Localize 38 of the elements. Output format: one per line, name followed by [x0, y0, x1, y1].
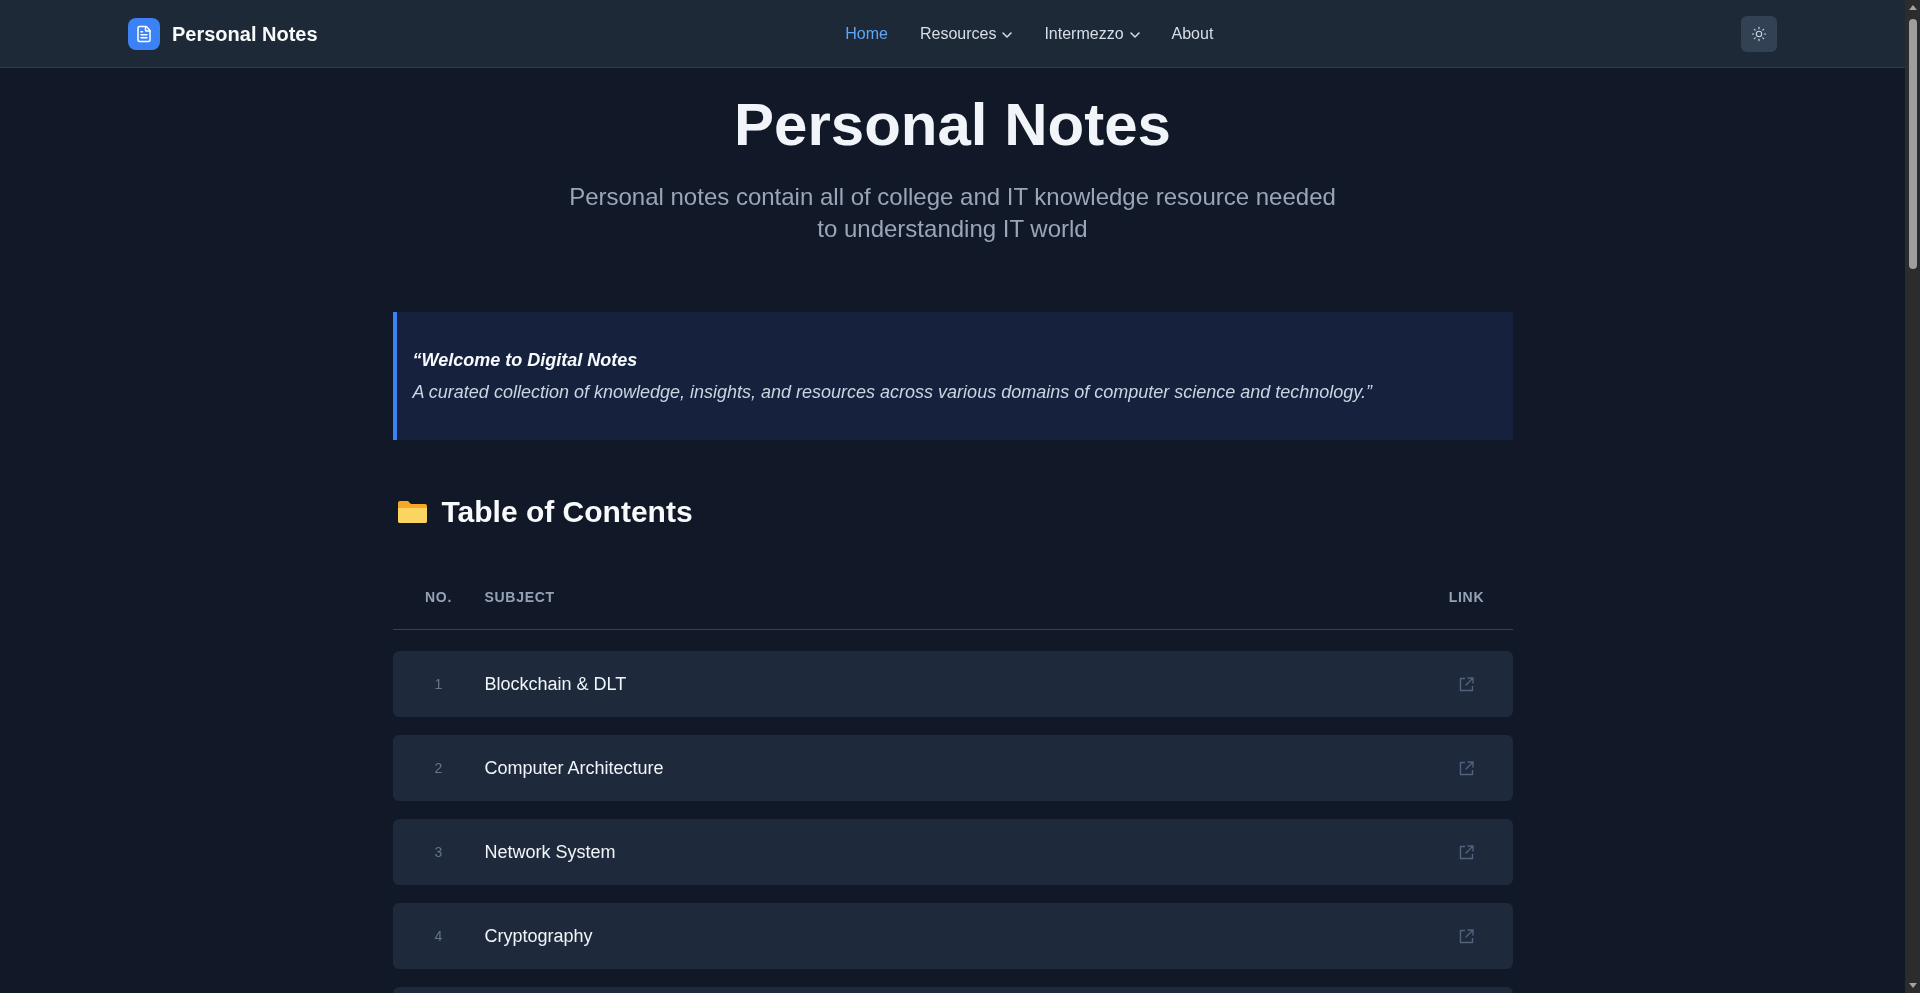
column-header: SUBJECT [484, 589, 555, 605]
subject-name: Cryptography [484, 926, 593, 946]
column-header: LINK [1448, 589, 1485, 605]
column-header: NO. [425, 589, 452, 605]
row-number: 4 [434, 928, 443, 944]
subject-name: Network System [484, 842, 616, 862]
external-link-icon [1459, 760, 1474, 776]
theme-toggle-button[interactable] [1741, 15, 1777, 52]
external-link-icon [1459, 676, 1474, 692]
external-link-icon [1459, 928, 1474, 944]
page-title: Personal Notes [733, 95, 1172, 155]
external-link-icon [1459, 844, 1474, 860]
scroll-down-arrow-icon[interactable] [1908, 983, 1917, 988]
row-number: 2 [434, 760, 443, 776]
folder-icon [397, 500, 427, 524]
quote-heading: “Welcome to Digital Notes [412, 349, 639, 372]
nav-link[interactable]: Home [845, 21, 888, 46]
document-logo-icon [128, 17, 160, 50]
nav-link[interactable]: About [1171, 21, 1214, 46]
scrollbar-thumb[interactable] [1908, 19, 1917, 269]
row-number: 3 [434, 844, 443, 860]
chevron-down-icon [1002, 31, 1013, 38]
row-number: 1 [434, 676, 443, 692]
nav-link[interactable]: Intermezzo [1044, 21, 1140, 46]
subject-name: Blockchain & DLT [484, 674, 627, 694]
quote-text: A curated collection of knowledge, insights, and resources across various domains of computer science and technology.” [412, 381, 1374, 404]
subject-name: Computer Architecture [484, 758, 664, 778]
open-link[interactable] [1459, 676, 1474, 692]
site-title: Personal Notes [172, 21, 318, 47]
nav-link[interactable]: Resources [919, 21, 1013, 46]
open-link[interactable] [1459, 844, 1474, 860]
open-link[interactable] [1459, 760, 1474, 776]
sun-icon [1751, 25, 1767, 42]
chevron-down-icon [1129, 31, 1140, 38]
open-link[interactable] [1459, 928, 1474, 944]
scroll-up-arrow-icon[interactable] [1908, 5, 1917, 10]
section-heading: Table of Contents [441, 494, 693, 530]
page-subtitle: Personal notes contain all of college and IT knowledge resource needed to understanding IT world [568, 182, 1337, 244]
